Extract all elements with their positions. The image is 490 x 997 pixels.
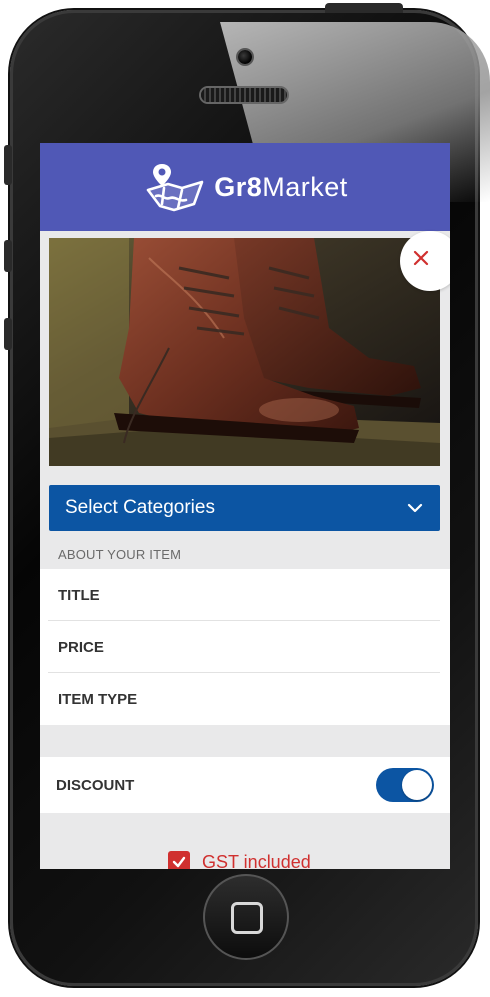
category-select[interactable]: Select Categories (49, 485, 440, 531)
gst-label: GST included (202, 851, 311, 870)
category-select-label: Select Categories (65, 497, 215, 518)
brand-bold: Gr8 (214, 171, 263, 202)
price-field-label: PRICE (58, 638, 104, 656)
boots-image (49, 238, 440, 466)
map-pin-logo-icon (146, 164, 204, 212)
item-fields: TITLE PRICE ITEM TYPE (40, 569, 450, 725)
home-square-icon (231, 902, 263, 934)
earpiece-speaker (201, 88, 287, 102)
close-icon (413, 250, 429, 266)
app-screen: Gr8Market Select Categories ABOUT YOUR I… (40, 143, 450, 869)
discount-row: DISCOUNT (40, 757, 450, 813)
section-title: ABOUT YOUR ITEM (58, 547, 182, 562)
item-photo (49, 238, 440, 466)
title-field-label: TITLE (58, 586, 100, 604)
brand-rest: Market (262, 171, 348, 202)
home-button[interactable] (203, 874, 289, 960)
gst-option[interactable]: GST included (168, 851, 311, 869)
mute-switch (4, 145, 12, 185)
checkmark-icon (172, 856, 186, 868)
title-field[interactable]: TITLE (40, 569, 450, 621)
toggle-knob (402, 770, 432, 800)
gst-checkbox[interactable] (168, 851, 190, 869)
item-type-field[interactable]: ITEM TYPE (40, 673, 450, 725)
app-header: Gr8Market (40, 143, 450, 231)
price-field[interactable]: PRICE (40, 621, 450, 673)
volume-up-button (4, 240, 12, 272)
front-camera (238, 50, 252, 64)
discount-toggle[interactable] (376, 768, 434, 802)
chevron-down-icon (407, 503, 423, 513)
power-button (325, 3, 403, 13)
volume-down-button (4, 318, 12, 350)
item-type-field-label: ITEM TYPE (58, 690, 138, 708)
app-brand: Gr8Market (214, 172, 348, 203)
